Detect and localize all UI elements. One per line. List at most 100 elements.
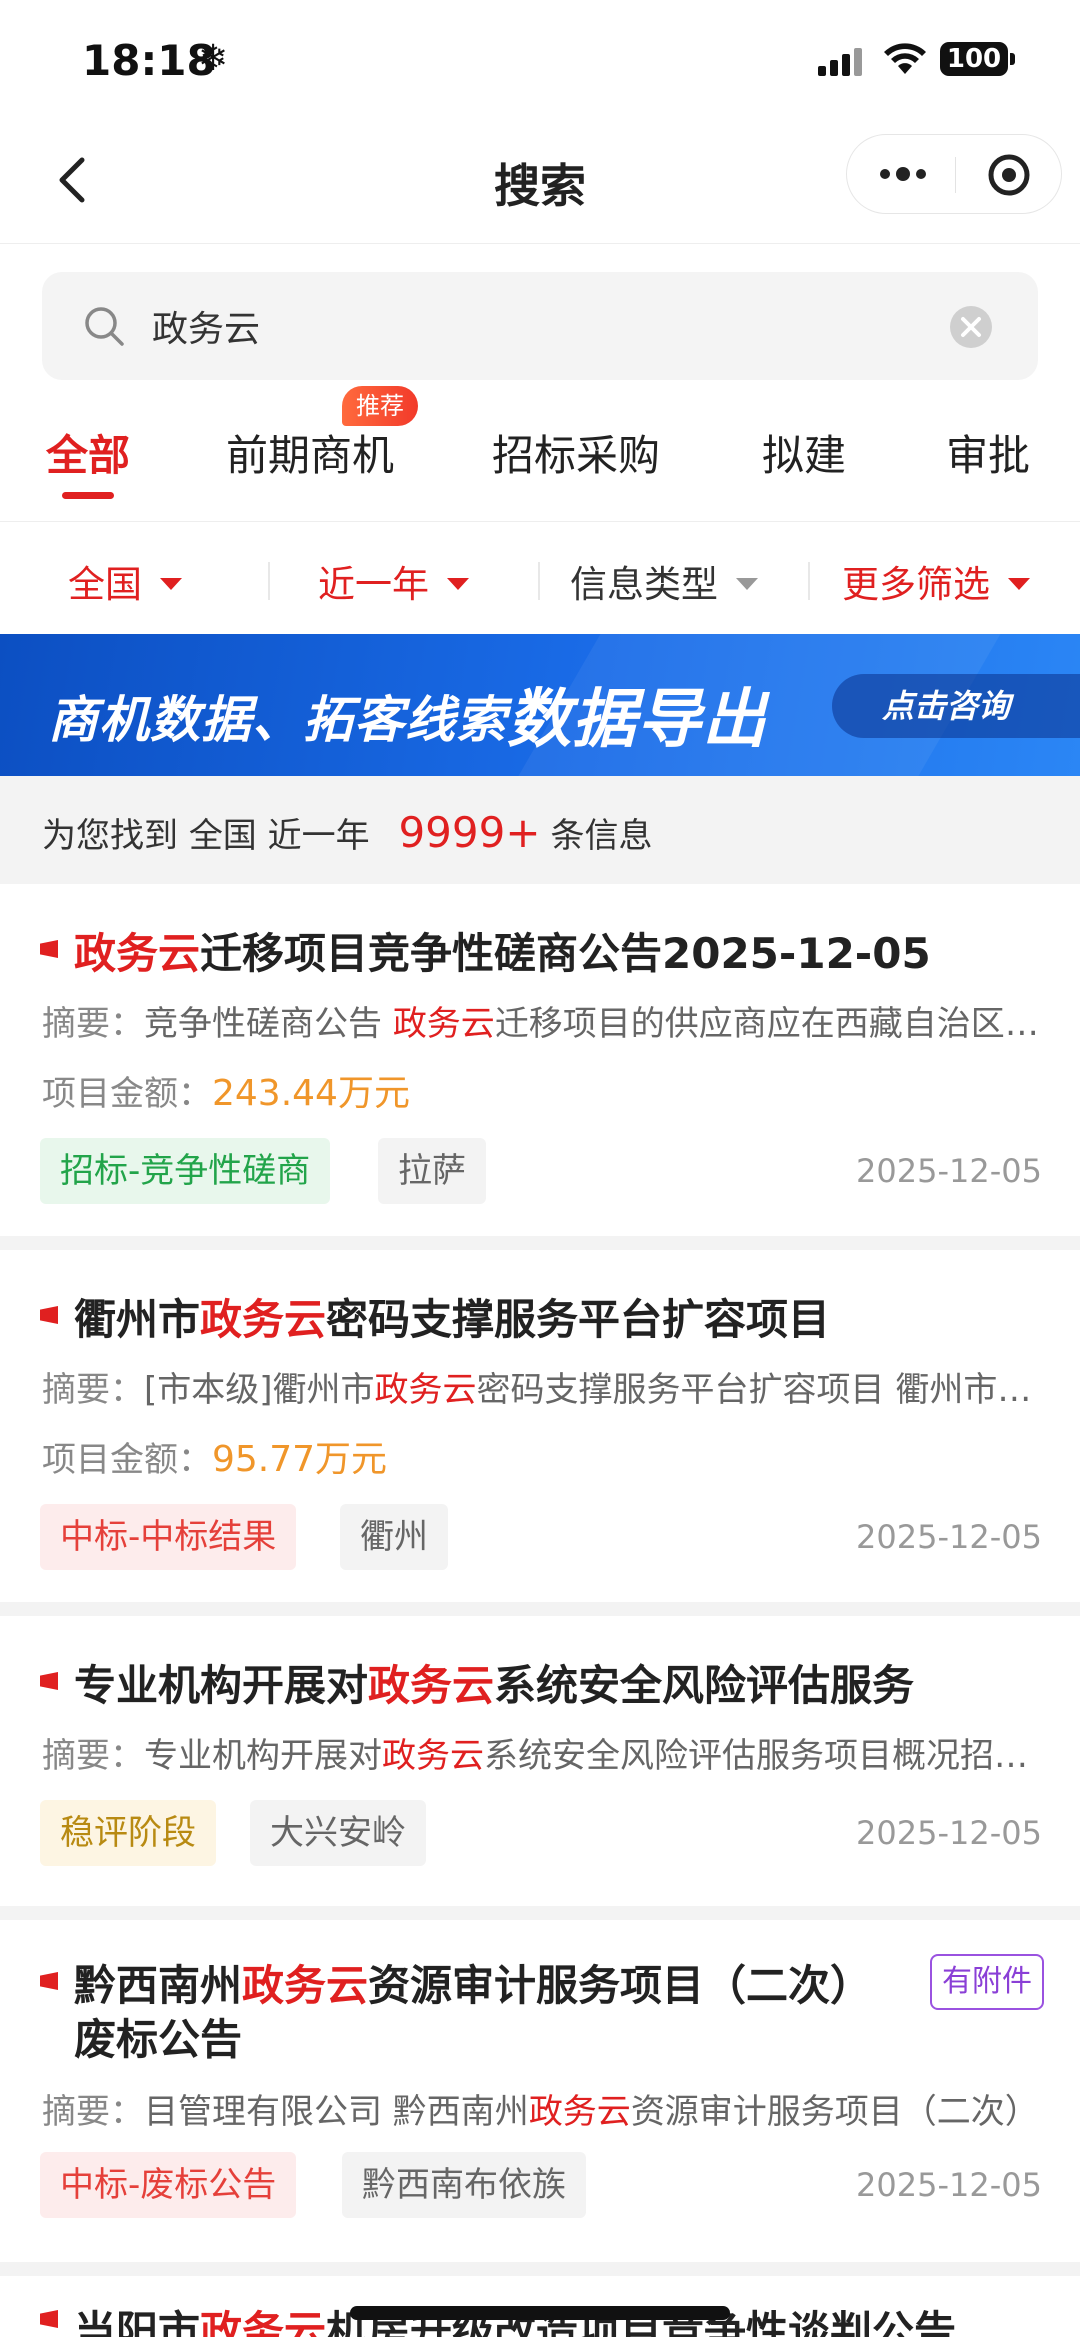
result-date: 2025-12-05 — [856, 1518, 1042, 1556]
summary-period: 近一年 — [267, 816, 370, 856]
title-text: 系统安全风险评估服务 — [494, 1661, 915, 1710]
banner-text-big: 数据导出 — [507, 683, 767, 757]
close-target-icon[interactable] — [987, 153, 1031, 197]
caret-down-icon — [1008, 577, 1030, 590]
status-bar: 18:18 ❄ 100 — [0, 0, 1080, 120]
title-highlight: 政务云 — [74, 929, 201, 978]
result-amount: 项目金额：95.77万元 — [42, 1430, 387, 1482]
summary-text: 系统安全风险评估服务项目概况招标文件 — [484, 1736, 1042, 1776]
result-card[interactable]: 衢州市政务云密码支撑服务平台扩容项目 摘要：[市本级]衢州市政务云密码支撑服务平… — [0, 1250, 1080, 1602]
result-date: 2025-12-05 — [856, 1152, 1042, 1190]
result-date: 2025-12-05 — [856, 1814, 1042, 1852]
search-bar[interactable] — [42, 272, 1038, 380]
flag-icon — [40, 2310, 58, 2328]
result-card[interactable]: 专业机构开展对政务云系统安全风险评估服务 摘要：专业机构开展对政务云系统安全风险… — [0, 1616, 1080, 1906]
clear-icon[interactable] — [948, 304, 994, 350]
result-summary-line: 摘要：竞争性磋商公告 政务云迁移项目的供应商应在西藏自治区政府采购网获取 — [42, 996, 1042, 1045]
cellular-signal-icon — [818, 46, 866, 76]
result-summary-line: 摘要：专业机构开展对政务云系统安全风险评估服务项目概况招标文件 — [42, 1728, 1042, 1777]
result-title: 黔西南州政务云资源审计服务项目（二次） — [74, 1952, 872, 2013]
filter-period[interactable]: 近一年 — [318, 554, 469, 608]
promo-banner[interactable]: 商机数据、拓客线索数据导出 点击咨询 — [0, 634, 1080, 776]
title-highlight: 政务云 — [368, 1661, 495, 1710]
banner-consult-button[interactable]: 点击咨询 — [832, 674, 1080, 738]
summary-text: 目管理有限公司 黔西南州 — [144, 2092, 529, 2132]
back-arrow-icon[interactable] — [48, 150, 98, 210]
category-tag: 中标-中标结果 — [40, 1504, 297, 1570]
caret-down-icon — [160, 577, 182, 590]
summary-highlight: 政务云 — [382, 1736, 484, 1776]
filter-divider — [538, 562, 540, 600]
card-separator — [0, 1906, 1080, 1920]
tab-proposed[interactable]: 拟建 — [762, 422, 846, 483]
result-amount: 项目金额：243.44万元 — [42, 1064, 410, 1116]
title-text: 衢州市 — [74, 1295, 201, 1344]
amount-value: 243.44万元 — [212, 1073, 410, 1114]
summary-text: 资源审计服务项目（二次） — [630, 2092, 1039, 2132]
summary-label: 摘要： — [42, 1736, 144, 1776]
title-text: 专业机构开展对 — [74, 1661, 369, 1710]
title-text: 资源审计服务项目（二次） — [368, 1961, 873, 2010]
filter-info-type-label: 信息类型 — [570, 563, 718, 606]
tab-early-opportunities[interactable]: 前期商机 — [226, 422, 394, 483]
tab-all[interactable]: 全部 — [46, 422, 130, 483]
title-text: 密码支撑服务平台扩容项目 — [326, 1295, 831, 1344]
result-count: 9999+ — [398, 808, 541, 857]
region-tag: 大兴安岭 — [250, 1800, 426, 1866]
caret-down-icon — [736, 577, 758, 590]
summary-text: 密码支撑服务平台扩容项目 衢州市政务服务 — [476, 1370, 1042, 1410]
result-date: 2025-12-05 — [856, 2166, 1042, 2204]
status-time: 18:18 — [82, 36, 216, 85]
banner-text-main: 商机数据、拓客线索 — [48, 691, 507, 749]
filter-more[interactable]: 更多筛选 — [842, 554, 1030, 608]
category-tag: 稳评阶段 — [40, 1800, 216, 1866]
summary-text: [市本级]衢州市 — [144, 1370, 375, 1410]
more-options-icon[interactable] — [877, 159, 929, 189]
mini-program-capsule — [846, 134, 1062, 214]
filter-bar: 全国 近一年 信息类型 更多筛选 — [0, 524, 1080, 634]
attachment-badge: 有附件 — [930, 1954, 1044, 2010]
result-summary: 为您找到 全国 近一年 9999+ 条信息 — [0, 776, 1080, 884]
caret-down-icon — [447, 577, 469, 590]
summary-prefix: 为您找到 — [42, 816, 178, 856]
home-indicator — [350, 2306, 730, 2320]
active-tab-indicator — [62, 492, 114, 499]
title-highlight: 政务云 — [242, 1961, 369, 2010]
search-input[interactable] — [152, 294, 852, 358]
summary-label: 摘要： — [42, 2092, 144, 2132]
title-text: 当阳市 — [74, 2307, 201, 2337]
summary-text: 专业机构开展对 — [144, 1736, 382, 1776]
region-tag: 黔西南布依族 — [342, 2152, 586, 2218]
summary-highlight: 政务云 — [392, 1004, 495, 1044]
region-tag: 衢州 — [340, 1504, 448, 1570]
title-highlight: 政务云 — [200, 2307, 327, 2337]
summary-label: 摘要： — [42, 1370, 144, 1410]
flag-icon — [40, 1672, 58, 1690]
filter-info-type[interactable]: 信息类型 — [570, 554, 758, 608]
result-summary-line: 摘要：[市本级]衢州市政务云密码支撑服务平台扩容项目 衢州市政务服务 — [42, 1362, 1042, 1411]
capsule-divider — [955, 157, 956, 193]
filter-region[interactable]: 全国 — [68, 554, 182, 608]
amount-label: 项目金额： — [42, 1440, 212, 1480]
result-card[interactable]: 黔西南州政务云资源审计服务项目（二次） 废标公告 有附件 摘要：目管理有限公司 … — [0, 1920, 1080, 2262]
summary-highlight: 政务云 — [528, 2092, 631, 2132]
tab-tender-procurement[interactable]: 招标采购 — [492, 422, 660, 483]
summary-text: 迁移项目的供应商应在西藏自治区政府采购网获取 — [494, 1004, 1042, 1044]
filter-period-label: 近一年 — [318, 563, 429, 606]
result-summary-text: 为您找到 全国 近一年 9999+ 条信息 — [42, 808, 653, 857]
summary-label: 摘要： — [42, 1004, 144, 1044]
filter-divider — [808, 562, 810, 600]
flag-icon — [40, 940, 58, 958]
category-tabs: 全部 前期商机 推荐 招标采购 拟建 审批 — [0, 386, 1080, 522]
title-highlight: 政务云 — [200, 1295, 327, 1344]
result-title: 专业机构开展对政务云系统安全风险评估服务 — [74, 1652, 914, 1713]
result-title-line2: 废标公告 — [74, 2015, 243, 2064]
tab-approval[interactable]: 审批 — [946, 422, 1030, 483]
battery-icon: 100 — [940, 42, 1008, 76]
result-title: 政务云迁移项目竞争性磋商公告2025-12-05 — [74, 920, 931, 981]
card-separator — [0, 1236, 1080, 1250]
banner-text: 商机数据、拓客线索数据导出 — [48, 664, 767, 757]
title-text: 黔西南州 — [74, 1961, 243, 2010]
result-card[interactable]: 政务云迁移项目竞争性磋商公告2025-12-05 摘要：竞争性磋商公告 政务云迁… — [0, 884, 1080, 1236]
result-title: 衢州市政务云密码支撑服务平台扩容项目 — [74, 1286, 830, 1347]
